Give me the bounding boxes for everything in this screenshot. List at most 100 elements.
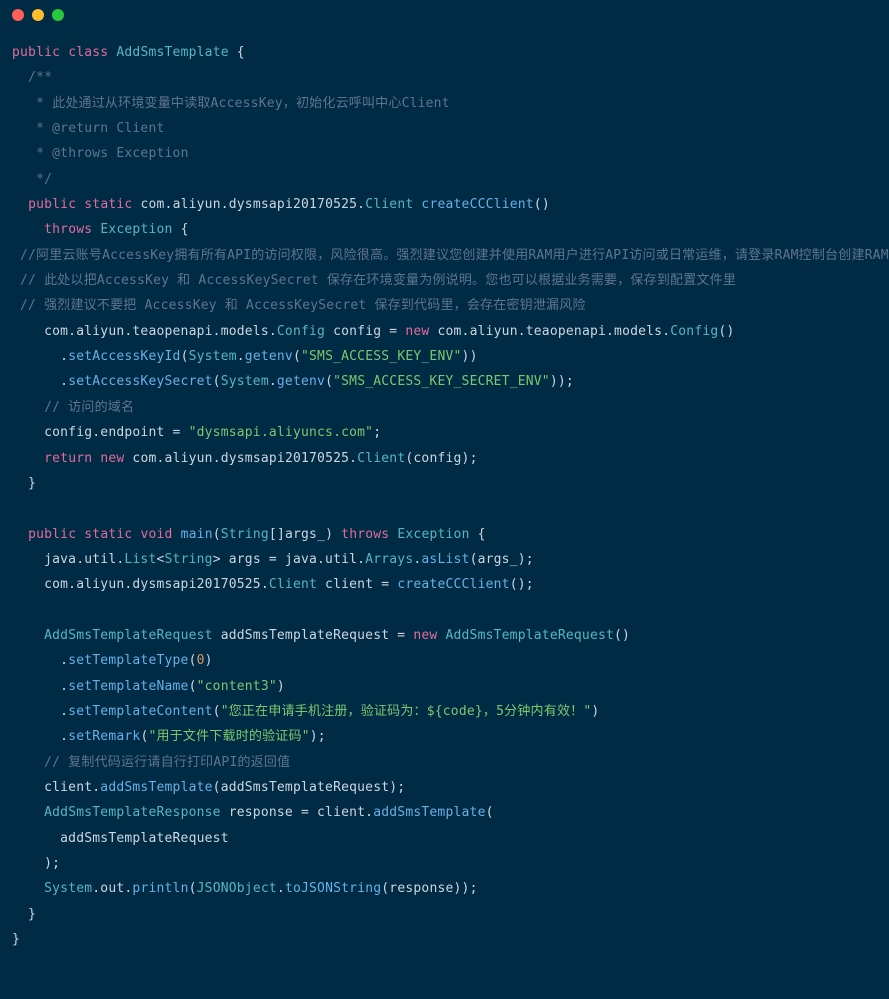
- dot: .: [12, 704, 68, 719]
- kw-return: return: [44, 451, 92, 466]
- comment: */: [12, 172, 52, 187]
- method: toJSONString: [285, 881, 381, 896]
- type: String: [165, 552, 213, 567]
- javadoc-return: @return: [52, 121, 108, 136]
- return-type: Client: [365, 197, 413, 212]
- pkg: com.aliyun.teaopenapi.models.: [429, 324, 670, 339]
- dot: .: [237, 349, 245, 364]
- method: println: [132, 881, 188, 896]
- type: AddSmsTemplateRequest: [44, 628, 213, 643]
- comment: *: [12, 146, 52, 161]
- kw-new: new: [405, 324, 429, 339]
- paren: (): [718, 324, 734, 339]
- type: AddSmsTemplateResponse: [44, 805, 221, 820]
- dot: .: [269, 374, 277, 389]
- method-name: main: [181, 527, 213, 542]
- method: setTemplateContent: [68, 704, 212, 719]
- type: Client: [269, 577, 317, 592]
- class: System: [44, 881, 92, 896]
- pkg: com.aliyun.dysmsapi20170525.: [124, 451, 357, 466]
- number: 0: [197, 653, 205, 668]
- comment: Exception: [108, 146, 188, 161]
- paren: ();: [510, 577, 534, 592]
- dot: .: [12, 679, 68, 694]
- paren: (: [213, 374, 221, 389]
- class: JSONObject: [197, 881, 277, 896]
- class-name: AddSmsTemplate: [116, 45, 228, 60]
- dot: .: [12, 374, 68, 389]
- method: addSmsTemplate: [100, 780, 212, 795]
- paren: (): [614, 628, 630, 643]
- paren: (response));: [381, 881, 477, 896]
- minimize-button[interactable]: [32, 9, 44, 21]
- pkg: java.util.: [12, 552, 124, 567]
- kw-new: new: [413, 628, 437, 643]
- paren: (: [293, 349, 301, 364]
- type: AddSmsTemplateRequest: [445, 628, 614, 643]
- string: "dysmsapi.aliyuncs.com": [189, 425, 374, 440]
- maximize-button[interactable]: [52, 9, 64, 21]
- var: addSmsTemplateRequest =: [213, 628, 414, 643]
- kw-static: static: [84, 527, 132, 542]
- window-titlebar: [0, 0, 889, 30]
- type: List: [124, 552, 156, 567]
- class: System: [189, 349, 237, 364]
- paren: (: [189, 679, 197, 694]
- brace: {: [229, 45, 245, 60]
- method: setTemplateType: [68, 653, 188, 668]
- paren: );: [12, 856, 60, 871]
- javadoc-throws: @throws: [52, 146, 108, 161]
- kw-public: public: [12, 45, 60, 60]
- paren: ): [205, 653, 213, 668]
- paren: (: [189, 881, 197, 896]
- comment: Client: [108, 121, 164, 136]
- kw-void: void: [140, 527, 172, 542]
- field: .out.: [92, 881, 132, 896]
- code-window: public class AddSmsTemplate { /** * 此处通过…: [0, 0, 889, 999]
- kw-new: new: [100, 451, 124, 466]
- var: response = client.: [221, 805, 374, 820]
- param: []args_): [269, 527, 341, 542]
- type: Config: [277, 324, 325, 339]
- kw-throws: throws: [341, 527, 389, 542]
- paren: (: [189, 653, 197, 668]
- kw-public: public: [28, 527, 76, 542]
- type: Client: [357, 451, 405, 466]
- paren: (: [325, 374, 333, 389]
- dot: .: [12, 729, 68, 744]
- dot: .: [12, 653, 68, 668]
- kw-class: class: [68, 45, 108, 60]
- pkg: com.aliyun.teaopenapi.models.: [12, 324, 277, 339]
- dot: .: [277, 881, 285, 896]
- comment: * 此处通过从环境变量中读取AccessKey，初始化云呼叫中心Client: [12, 96, 450, 111]
- method: setRemark: [68, 729, 140, 744]
- brace: }: [12, 932, 20, 947]
- method: setTemplateName: [68, 679, 188, 694]
- close-button[interactable]: [12, 9, 24, 21]
- string: "用于文件下载时的验证码": [148, 729, 309, 744]
- string: "content3": [197, 679, 277, 694]
- string: "SMS_ACCESS_KEY_ENV": [301, 349, 462, 364]
- method: setAccessKeyId: [68, 349, 180, 364]
- pkg: com.aliyun.dysmsapi20170525.: [132, 197, 365, 212]
- paren: (addSmsTemplateRequest);: [213, 780, 406, 795]
- kw-static: static: [84, 197, 132, 212]
- paren: ));: [550, 374, 574, 389]
- method: addSmsTemplate: [373, 805, 485, 820]
- paren: (args_);: [470, 552, 534, 567]
- arg: addSmsTemplateRequest: [12, 831, 229, 846]
- paren: (: [181, 349, 189, 364]
- semi: ;: [373, 425, 381, 440]
- comment: // 此处以把AccessKey 和 AccessKeySecret 保存在环境…: [12, 273, 736, 288]
- paren: (: [213, 704, 221, 719]
- comment: *: [12, 121, 52, 136]
- var: > args = java.util.: [213, 552, 366, 567]
- code-editor[interactable]: public class AddSmsTemplate { /** * 此处通过…: [0, 30, 889, 962]
- brace: {: [173, 222, 189, 237]
- paren: (: [486, 805, 494, 820]
- string: "SMS_ACCESS_KEY_SECRET_ENV": [333, 374, 550, 389]
- brace: {: [470, 527, 486, 542]
- method: getenv: [245, 349, 293, 364]
- paren: );: [310, 729, 326, 744]
- type: Arrays: [365, 552, 413, 567]
